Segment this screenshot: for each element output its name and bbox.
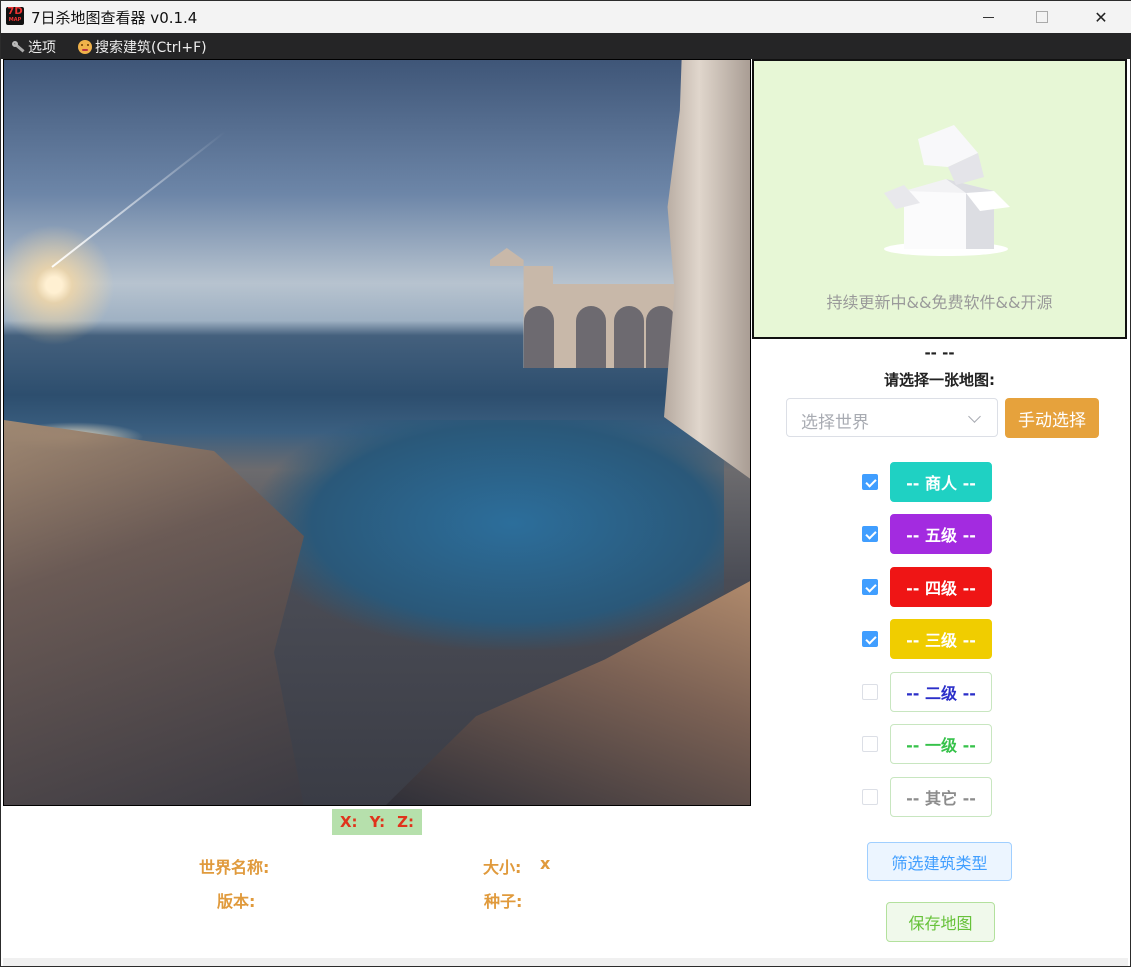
preview-panel: 持续更新中&&免费软件&&开源	[752, 59, 1127, 339]
category-checkbox[interactable]	[862, 474, 878, 490]
emoji-face-icon	[78, 40, 92, 54]
map-status-dash: -- --	[924, 344, 955, 362]
maximize-button[interactable]	[1013, 1, 1071, 33]
category-checkbox[interactable]	[862, 736, 878, 752]
size-label: 大小:	[483, 858, 522, 877]
maximize-icon	[1036, 11, 1048, 23]
category-tag[interactable]: -- 五级 --	[890, 514, 992, 554]
map-castle-arch	[524, 306, 554, 368]
empty-box-icon	[884, 125, 1010, 256]
category-tag[interactable]: -- 一级 --	[890, 724, 992, 764]
menu-options-label: 选项	[28, 40, 56, 56]
preview-caption: 持续更新中&&免费软件&&开源	[826, 293, 1053, 312]
category-checkbox[interactable]	[862, 684, 878, 700]
category-checkbox[interactable]	[862, 526, 878, 542]
wrench-icon	[11, 40, 25, 54]
category-tag[interactable]: -- 二级 --	[890, 672, 992, 712]
coord-x-label: X:	[339, 813, 358, 831]
category-tag[interactable]: -- 三级 --	[890, 619, 992, 659]
category-checkbox[interactable]	[862, 579, 878, 595]
category-checkbox[interactable]	[862, 789, 878, 805]
map-castle-arch	[576, 306, 606, 368]
title-bar: 7D MAP 7日杀地图查看器 v0.1.4 ✕	[1, 1, 1131, 33]
map-meteor-streak	[51, 130, 226, 268]
map-cliff	[664, 60, 750, 480]
minimize-icon	[982, 16, 994, 18]
category-tag[interactable]: -- 四级 --	[890, 567, 992, 607]
map-bay-water	[254, 420, 724, 650]
minimize-button[interactable]	[959, 1, 1017, 33]
coord-y-label: Y:	[369, 813, 386, 831]
select-map-prompt: 请选择一张地图:	[884, 371, 995, 389]
menu-search-buildings[interactable]: 搜索建筑(Ctrl+F)	[78, 37, 207, 57]
chevron-down-icon	[968, 410, 981, 423]
version-label: 版本:	[217, 892, 256, 911]
world-select[interactable]: 选择世界	[786, 398, 998, 437]
horizontal-scrollbar[interactable]	[3, 958, 1128, 966]
category-tag[interactable]: -- 其它 --	[890, 777, 992, 817]
menu-search-label: 搜索建筑(Ctrl+F)	[95, 40, 207, 56]
menu-options[interactable]: 选项	[11, 37, 56, 57]
coordinate-readout: X: Y: Z:	[332, 809, 422, 835]
category-checkbox[interactable]	[862, 631, 878, 647]
category-tag[interactable]: -- 商人 --	[890, 462, 992, 502]
close-icon: ✕	[1094, 7, 1108, 27]
world-select-placeholder: 选择世界	[801, 413, 869, 433]
app-logo-icon: 7D MAP	[6, 6, 24, 25]
seed-label: 种子:	[484, 892, 523, 911]
app-window: 7D MAP 7日杀地图查看器 v0.1.4 ✕ 选项 搜索建筑(Ctrl+F) …	[0, 0, 1131, 967]
size-value: x	[540, 854, 551, 873]
map-view[interactable]	[3, 59, 751, 806]
save-map-button[interactable]: 保存地图	[886, 902, 995, 942]
manual-select-button[interactable]: 手动选择	[1005, 398, 1099, 438]
window-title: 7日杀地图查看器 v0.1.4	[31, 9, 198, 27]
menu-bar: 选项 搜索建筑(Ctrl+F)	[1, 33, 1131, 59]
coord-z-label: Z:	[397, 813, 414, 831]
close-button[interactable]: ✕	[1072, 1, 1130, 33]
map-castle-arch	[614, 306, 644, 368]
world-name-label: 世界名称:	[199, 858, 270, 877]
filter-building-types-button[interactable]: 筛选建筑类型	[867, 842, 1012, 881]
